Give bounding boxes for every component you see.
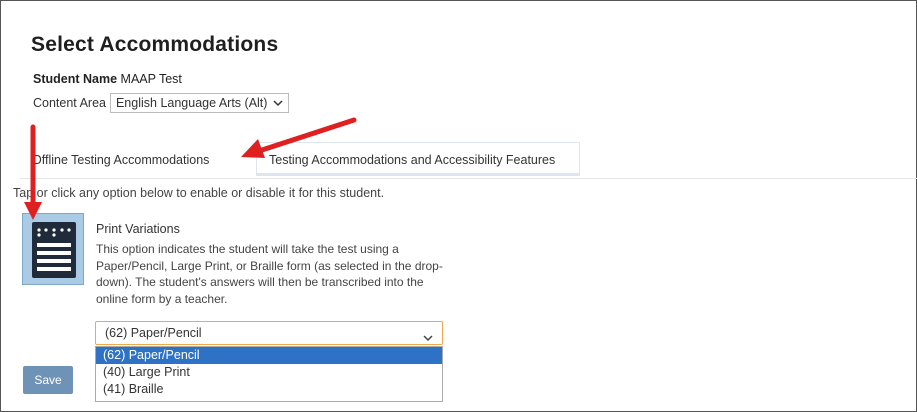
student-name-line: Student Name MAAP Test (33, 72, 182, 86)
student-name-value: MAAP Test (120, 72, 182, 86)
option-paper-pencil[interactable]: (62) Paper/Pencil (96, 347, 442, 364)
print-variations-toggle[interactable] (22, 213, 84, 285)
accommodation-description: This option indicates the student will t… (96, 242, 443, 306)
accommodation-title: Print Variations (96, 222, 180, 236)
tab-offline-testing[interactable]: Offline Testing Accommodations (20, 142, 252, 176)
option-large-print[interactable]: (40) Large Print (96, 364, 442, 381)
braille-document-icon (32, 222, 76, 278)
student-name-label: Student Name (33, 72, 118, 86)
content-area-select[interactable]: English Language Arts (Alt) (109, 93, 290, 113)
content-area-label: Content Area (33, 96, 106, 110)
content-area-value: English Language Arts (Alt) (115, 96, 268, 110)
chevron-down-icon (423, 335, 433, 342)
chevron-down-icon (273, 100, 283, 107)
print-variation-options: (62) Paper/Pencil (40) Large Print (41) … (95, 346, 443, 402)
content-area-line: Content Area English Language Arts (Alt) (33, 93, 290, 113)
accommodation-tabs: Offline Testing Accommodations Testing A… (20, 142, 917, 179)
tab-testing-accommodations[interactable]: Testing Accommodations and Accessibility… (256, 142, 580, 176)
page-title: Select Accommodations (31, 33, 279, 56)
option-braille[interactable]: (41) Braille (96, 381, 442, 398)
instruction-text: Tap or click any option below to enable … (13, 186, 385, 200)
print-variation-select[interactable]: (62) Paper/Pencil (95, 321, 443, 345)
print-variation-selected: (62) Paper/Pencil (105, 326, 202, 340)
save-button[interactable]: Save (23, 366, 73, 394)
